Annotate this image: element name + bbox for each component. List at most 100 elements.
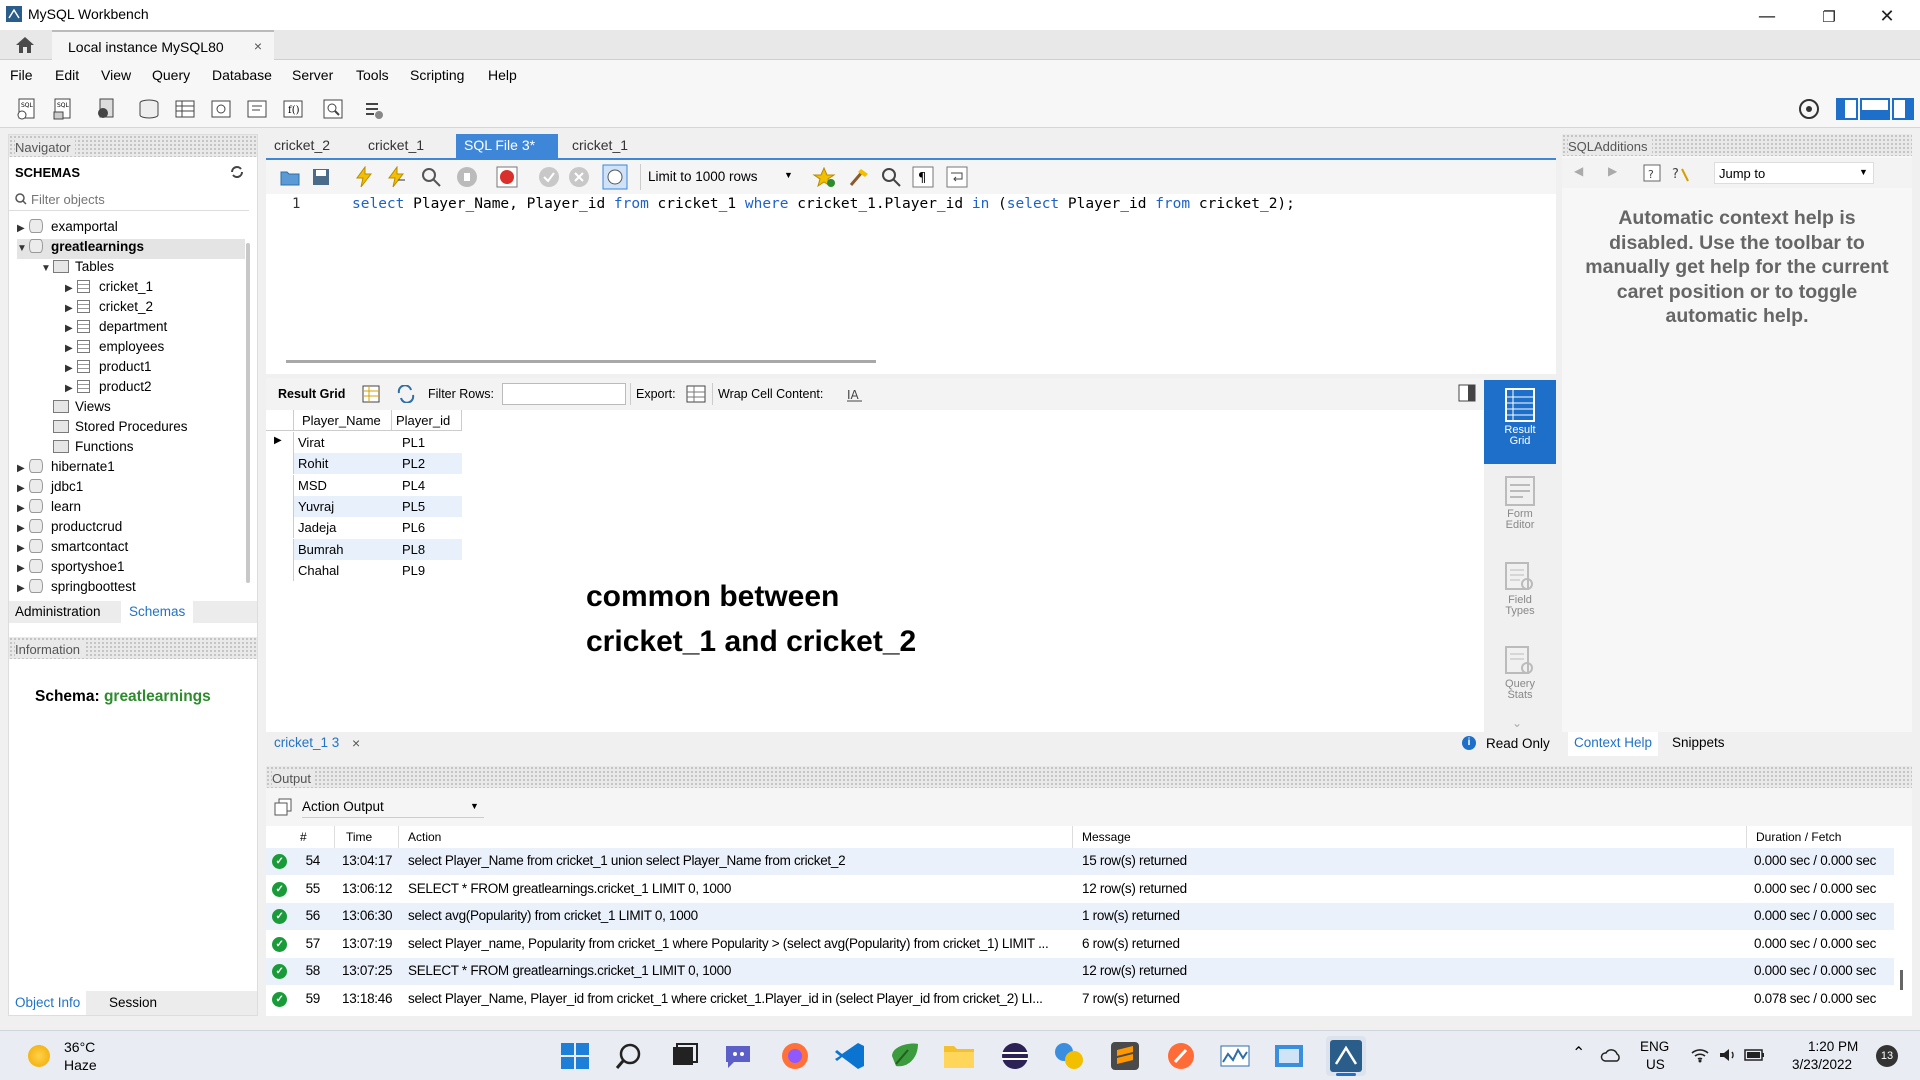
auto-help-icon[interactable]: ? xyxy=(1670,163,1690,183)
volume-icon[interactable] xyxy=(1718,1047,1738,1063)
beautify-icon[interactable] xyxy=(848,166,870,188)
toggle-sidebar-button[interactable] xyxy=(1836,98,1858,120)
tree-item[interactable]: ▶ product2 xyxy=(65,379,152,399)
tree-item[interactable]: ▶ hibernate1 xyxy=(17,459,115,479)
toggle-secondary-sidebar-button[interactable] xyxy=(1892,98,1914,120)
create-schema-icon[interactable] xyxy=(136,96,162,122)
expand-arrow-icon[interactable]: ▶ xyxy=(17,223,29,234)
output-row[interactable]: ✓ 54 13:04:17 select Player_Name from crick… xyxy=(266,848,1894,875)
grid-cell[interactable]: PL6 xyxy=(392,517,462,539)
collapse-arrow-icon[interactable]: ▼ xyxy=(41,263,53,274)
file-explorer-icon[interactable] xyxy=(942,1040,976,1072)
minimize-button[interactable]: — xyxy=(1738,0,1796,34)
open-file-icon[interactable] xyxy=(280,168,300,186)
tree-item[interactable]: ▶ employees xyxy=(65,339,164,359)
tree-item[interactable]: ▶ smartcontact xyxy=(17,539,128,559)
instance-tab[interactable]: Local instance MySQL80 × xyxy=(52,30,274,60)
home-tab[interactable] xyxy=(0,30,50,60)
battery-icon[interactable] xyxy=(1744,1047,1766,1063)
grid-cell[interactable]: Chahal xyxy=(294,559,392,581)
side-tab-result-grid[interactable]: Result Grid xyxy=(1484,380,1556,464)
side-tab-field-types[interactable]: Field Types xyxy=(1484,558,1556,638)
tree-item[interactable]: ▶ jdbc1 xyxy=(17,479,83,499)
refresh-schemas-icon[interactable] xyxy=(229,165,245,179)
create-function-icon[interactable]: f() xyxy=(280,96,306,122)
grid-row-header[interactable] xyxy=(266,453,294,475)
tree-item[interactable]: ▼ greatlearnings xyxy=(17,239,245,259)
grid-column-header[interactable]: Player_Name xyxy=(294,410,392,431)
chevron-up-icon[interactable]: ⌃ xyxy=(1572,1043,1585,1063)
tab-cricket-1-second[interactable]: cricket_1 xyxy=(564,134,636,158)
output-row[interactable]: ✓ 56 13:06:30 select avg(Popularity) from c… xyxy=(266,903,1894,931)
grid-row-header[interactable]: ▶ xyxy=(266,432,294,453)
grid-row-header[interactable] xyxy=(266,495,294,517)
expand-arrow-icon[interactable]: ▶ xyxy=(65,283,77,294)
pycharm-app-icon[interactable] xyxy=(1052,1040,1086,1072)
reconnect-icon[interactable] xyxy=(360,96,386,122)
expand-arrow-icon[interactable]: ▶ xyxy=(17,503,29,514)
filter-objects-box[interactable] xyxy=(9,187,249,211)
create-view-icon[interactable] xyxy=(208,96,234,122)
grid-cell[interactable]: PL1 xyxy=(392,432,462,453)
filter-objects-input[interactable] xyxy=(31,190,243,208)
tree-item[interactable]: ▶ cricket_2 xyxy=(65,299,153,319)
expand-arrow-icon[interactable]: ▶ xyxy=(65,383,77,394)
menu-query[interactable]: Query xyxy=(152,67,190,83)
language-primary[interactable]: ENG xyxy=(1640,1039,1669,1054)
weather-temp[interactable]: 36°C xyxy=(64,1039,95,1055)
tree-item[interactable]: ▼ Tables xyxy=(41,259,114,279)
menu-scripting[interactable]: Scripting xyxy=(410,67,464,83)
tree-item[interactable]: ▶ productcrud xyxy=(17,519,122,539)
expand-arrow-icon[interactable]: ▶ xyxy=(65,323,77,334)
menu-view[interactable]: View xyxy=(101,67,131,83)
close-tab-icon[interactable]: × xyxy=(352,735,360,751)
output-row[interactable]: ✓ 59 13:18:46 select Player_Name, Player_id… xyxy=(266,986,1894,1013)
preferences-gear-icon[interactable] xyxy=(1796,96,1822,122)
menu-file[interactable]: File xyxy=(10,67,33,83)
rollback-icon[interactable] xyxy=(568,166,590,188)
collapse-arrow-icon[interactable]: ▼ xyxy=(17,243,29,254)
invisible-chars-icon[interactable]: ¶ xyxy=(912,166,934,188)
autocommit-toggle-icon[interactable] xyxy=(602,164,628,190)
create-table-icon[interactable] xyxy=(172,96,198,122)
toggle-result-panel-icon[interactable] xyxy=(1458,384,1476,402)
toggle-output-button[interactable] xyxy=(1860,98,1890,120)
grid-cell[interactable]: Bumrah xyxy=(294,538,392,560)
expand-arrow-icon[interactable]: ▶ xyxy=(65,343,77,354)
tree-item[interactable]: ▶ learn xyxy=(17,499,81,519)
create-procedure-icon[interactable] xyxy=(244,96,270,122)
grid-row-header[interactable] xyxy=(266,474,294,496)
sql-query-line[interactable]: select Player_Name, Player_id from crick… xyxy=(352,196,1295,212)
tree-item[interactable]: ▶ department xyxy=(65,319,167,339)
refresh-results-icon[interactable] xyxy=(396,385,416,403)
expand-arrow-icon[interactable]: ▶ xyxy=(17,463,29,474)
tree-item[interactable]: Stored Procedures xyxy=(41,419,188,439)
close-tab-icon[interactable]: × xyxy=(254,38,262,54)
output-row[interactable]: ✓ 58 13:07:25 SELECT * FROM greatlearnings.… xyxy=(266,958,1894,986)
eclipse-icon[interactable] xyxy=(998,1040,1032,1072)
grid-cell[interactable]: Virat xyxy=(294,432,392,453)
menu-tools[interactable]: Tools xyxy=(356,67,389,83)
stop-on-error-icon[interactable] xyxy=(496,166,518,188)
search-icon[interactable] xyxy=(614,1040,648,1072)
add-snippet-star-icon[interactable] xyxy=(812,166,836,188)
open-sql-script-icon[interactable]: SQL xyxy=(50,96,76,122)
grid-row-header[interactable] xyxy=(266,559,294,581)
firefox-icon[interactable] xyxy=(778,1040,812,1072)
limit-rows-select[interactable]: Limit to 1000 rows ▼ xyxy=(648,166,798,188)
sql-editor[interactable]: 1 select Player_Name, Player_id from cri… xyxy=(266,194,1556,350)
output-row[interactable]: ✓ 57 13:07:19 select Player_name, Popularit… xyxy=(266,931,1894,958)
jump-to-select[interactable]: Jump to ▼ xyxy=(1714,162,1874,184)
grid-row-header[interactable] xyxy=(266,538,294,560)
forward-arrow-icon[interactable]: ▶ xyxy=(1608,164,1617,178)
tab-snippets[interactable]: Snippets xyxy=(1666,732,1731,756)
tab-context-help[interactable]: Context Help xyxy=(1568,732,1659,756)
grid-layout-icon[interactable] xyxy=(362,385,380,403)
expand-arrow-icon[interactable]: ▶ xyxy=(17,543,29,554)
tree-item[interactable]: ▶ sportyshoe1 xyxy=(17,559,125,579)
grid-cell[interactable]: PL2 xyxy=(392,453,462,475)
menu-server[interactable]: Server xyxy=(292,67,333,83)
grid-cell[interactable]: Yuvraj xyxy=(294,495,392,517)
grid-cell[interactable]: PL4 xyxy=(392,474,462,496)
tab-cricket-1[interactable]: cricket_1 xyxy=(360,134,432,158)
